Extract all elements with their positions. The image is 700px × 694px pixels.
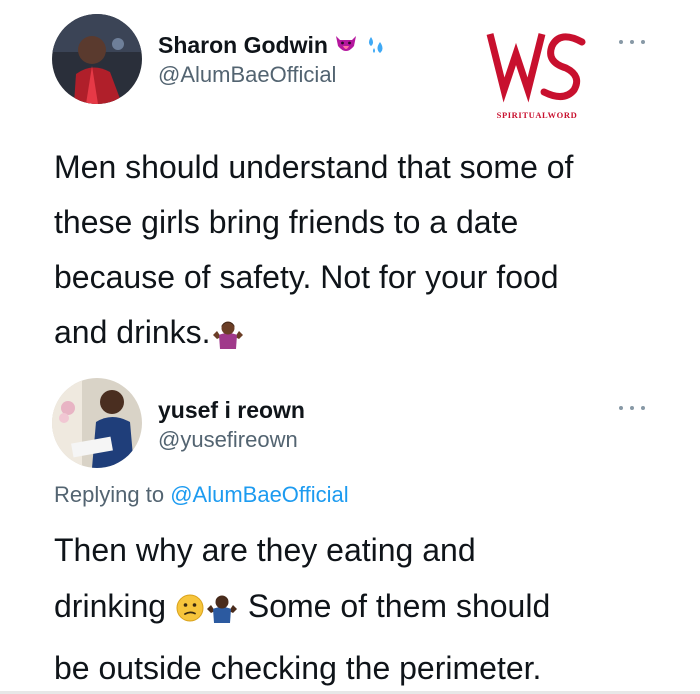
reply-author-avatar[interactable] [52,378,142,468]
tweet-screenshot: Sharon Godwin @AlumBaeOfficial SPIRITUAL… [0,0,700,694]
reply-line-3: be outside checking the perimeter. [54,650,542,686]
reply-line-2a: drinking [54,588,167,624]
man-shrugging-icon [205,584,239,640]
tweet-line-1: Men should understand that some of [54,149,574,185]
reply-author-name[interactable]: yusef i reown [158,397,305,424]
tweet-body: Men should understand that some of these… [54,140,573,366]
tweet-line-4: and drinks. [54,305,573,366]
woman-shrugging-icon [211,311,245,366]
tweet-line-4-text: and drinks. [54,314,211,350]
tongue-face-icon [334,32,358,62]
reply-line-1: Then why are they eating and [54,532,476,568]
logo-caption: SPIRITUALWORD [497,110,578,120]
author-handle[interactable]: @AlumBaeOfficial [158,62,336,88]
replying-prefix: Replying to [54,482,165,507]
tweet-line-2: these girls bring friends to a date [54,204,519,240]
reply-body: Then why are they eating and drinking So… [54,522,550,694]
reply-more-menu[interactable] [619,404,645,412]
reply-line-2: drinking Some of them should [54,578,550,640]
reply-line-2b: Some of them should [247,588,551,624]
tweet-more-menu[interactable] [619,38,645,46]
confused-face-icon [175,584,205,640]
author-avatar[interactable] [52,14,142,104]
reply-author-handle[interactable]: @yusefireown [158,427,298,453]
sweat-droplets-icon [365,34,387,62]
tweet-line-3: because of safety. Not for your food [54,259,559,295]
author-name[interactable]: Sharon Godwin [158,32,387,62]
spiritualword-logo: SPIRITUALWORD [482,28,592,124]
author-name-text: Sharon Godwin [158,32,328,58]
replying-to-mention[interactable]: @AlumBaeOfficial [170,482,348,507]
replying-to: Replying to @AlumBaeOfficial [54,482,349,508]
